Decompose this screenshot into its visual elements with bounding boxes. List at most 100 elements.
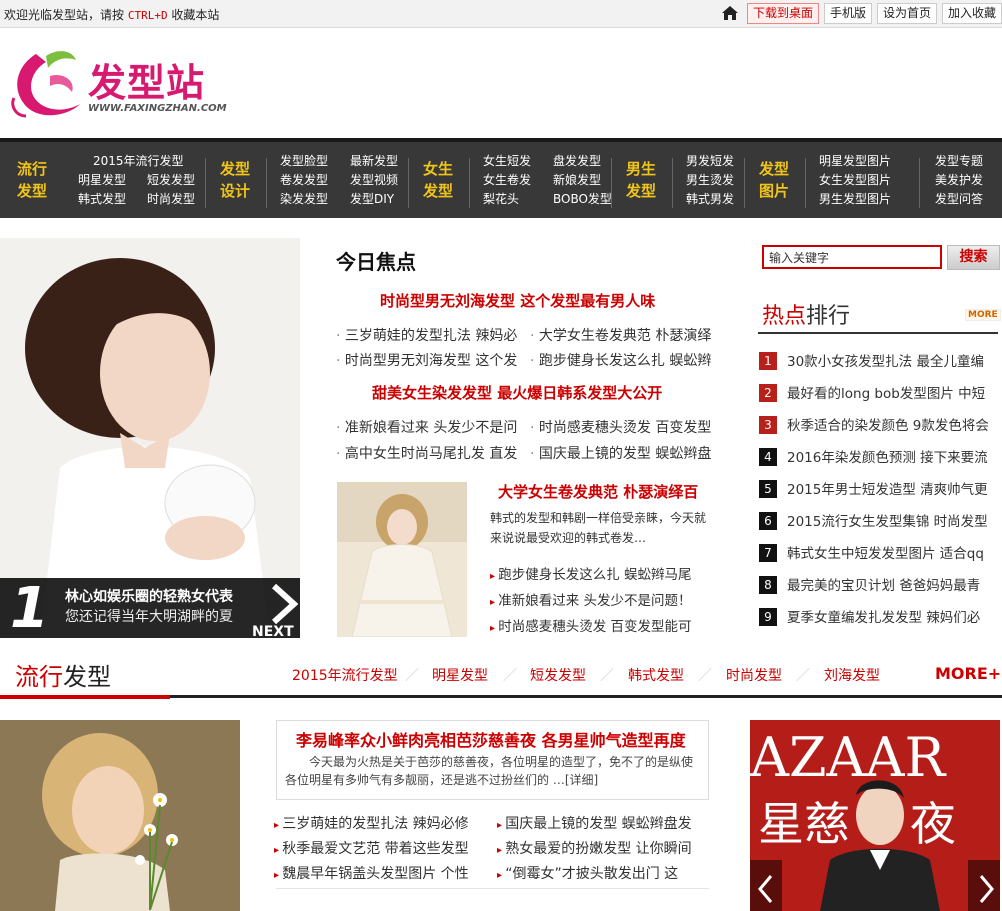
nav-separator: [611, 158, 612, 208]
chevron-left-icon[interactable]: [756, 873, 776, 905]
focus-link[interactable]: 高中女生时尚马尾扎发 直发: [336, 443, 530, 463]
nav-heading-pictures[interactable]: 发型 图片: [754, 158, 794, 202]
ranking-item[interactable]: 2015流行女生发型集锦 时尚发型: [787, 510, 999, 530]
section-link[interactable]: 国庆最上镜的发型 蜈蚣辫盘发: [497, 813, 697, 833]
focus-link[interactable]: 准新娘看过来 头发少不是问: [336, 417, 530, 437]
nav-item[interactable]: 短发发型: [147, 171, 195, 190]
nav-item[interactable]: 发型专题: [935, 152, 983, 171]
section-link[interactable]: “倒霉女”才披头散发出门 这: [497, 863, 697, 883]
nav-separator: [919, 158, 920, 208]
hero-next-label[interactable]: NEXT: [252, 624, 294, 640]
mobile-version-button[interactable]: 手机版: [824, 3, 873, 24]
focus-link[interactable]: 时尚型男无刘海发型 这个发: [336, 350, 530, 370]
ranking-item[interactable]: 2015年男士短发造型 清爽帅气更: [787, 478, 999, 498]
section-image-star[interactable]: AZAAR 星慈 夜: [750, 720, 1000, 911]
nav-item[interactable]: 女生卷发: [483, 171, 531, 190]
section-link[interactable]: 秋季最爱文艺范 带着这些发型: [274, 838, 474, 858]
nav-item[interactable]: 女生短发: [483, 152, 531, 171]
ranking-item[interactable]: 最好看的long bob发型图片 中短: [787, 382, 999, 402]
nav-heading-women[interactable]: 女生 发型: [418, 158, 458, 202]
section-title: 流行发型: [15, 663, 111, 691]
section-nav-link[interactable]: 明星发型: [432, 665, 488, 685]
ranking-item[interactable]: 30款小女孩发型扎法 最全儿童编: [787, 350, 999, 370]
focus-link[interactable]: 大学女生卷发典范 朴瑟演绎: [530, 325, 716, 345]
chevron-right-icon[interactable]: [976, 873, 996, 905]
focus-sub-title[interactable]: 大学女生卷发典范 朴瑟演绎百: [498, 481, 698, 502]
hero-subtitle[interactable]: 您还记得当年大明湖畔的夏: [65, 606, 233, 626]
ranking-divider: [758, 332, 998, 334]
ranking-more-link[interactable]: MORE: [965, 309, 1001, 321]
nav-item[interactable]: 美发护发: [935, 171, 983, 190]
section-image-girl[interactable]: [0, 720, 240, 911]
news-title[interactable]: 李易峰率众小鲜肉亮相芭莎慈善夜 各男星帅气造型再度: [296, 727, 686, 751]
hero-number: 1: [10, 576, 49, 641]
nav-heading-design[interactable]: 发型 设计: [215, 158, 255, 202]
add-favorite-button[interactable]: 加入收藏: [942, 3, 1002, 24]
focus-link[interactable]: 时尚感麦穗头烫发 百变发型: [530, 417, 716, 437]
nav-item[interactable]: 韩式发型: [78, 190, 126, 209]
ranking-item[interactable]: 夏季女童编发扎发发型 辣妈们必: [787, 606, 999, 626]
ranking-number: 8: [759, 576, 777, 594]
ranking-item[interactable]: 韩式女生中短发发型图片 适合qq: [787, 542, 999, 562]
nav-heading-men[interactable]: 男生 发型: [621, 158, 661, 202]
ranking-item[interactable]: 最完美的宝贝计划 爸爸妈妈最青: [787, 574, 999, 594]
ranking-number: 6: [759, 512, 777, 530]
section-nav-link[interactable]: 刘海发型: [824, 665, 880, 685]
download-desktop-button[interactable]: 下载到桌面: [747, 3, 820, 24]
nav-item[interactable]: 2015年流行发型: [93, 152, 184, 171]
ranking-item[interactable]: 秋季适合的染发颜色 9款发色将会: [787, 414, 999, 434]
next-arrow-icon[interactable]: [270, 584, 298, 624]
nav-item[interactable]: 梨花头: [483, 190, 519, 209]
section-nav-separator: ／: [796, 668, 810, 684]
nav-item[interactable]: 女生发型图片: [819, 171, 891, 190]
search-button[interactable]: 搜索: [947, 245, 1000, 270]
focus-sub-link[interactable]: 跑步健身长发这么扎 蜈蚣辫马尾: [490, 563, 715, 583]
focus-image[interactable]: [337, 482, 467, 637]
focus-sub-link[interactable]: 准新娘看过来 头发少不是问题！: [490, 589, 715, 609]
section-nav-link[interactable]: 时尚发型: [726, 665, 782, 685]
section-link[interactable]: 熟女最爱的扮嫩发型 让你瞬间: [497, 838, 697, 858]
section-nav-link[interactable]: 韩式发型: [628, 665, 684, 685]
nav-item[interactable]: 发型问答: [935, 190, 983, 209]
set-homepage-button[interactable]: 设为首页: [877, 3, 938, 24]
section-more-link[interactable]: MORE+: [935, 664, 1001, 683]
section-link[interactable]: 魏晨早年锅盖头发型图片 个性: [274, 863, 474, 883]
nav-item[interactable]: 盘发发型: [553, 152, 601, 171]
nav-item[interactable]: 韩式男发: [686, 190, 734, 209]
nav-item[interactable]: 明星发型: [78, 171, 126, 190]
nav-separator: [205, 158, 206, 208]
nav-item[interactable]: 最新发型: [350, 152, 398, 171]
nav-item[interactable]: 时尚发型: [147, 190, 195, 209]
news-detail-link[interactable]: [详细]: [565, 773, 598, 787]
nav-item[interactable]: 男发短发: [686, 152, 734, 171]
nav-item[interactable]: 男生烫发: [686, 171, 734, 190]
ranking-item[interactable]: 2016年染发颜色预测 接下来要流: [787, 446, 999, 466]
nav-item[interactable]: 发型DIY: [350, 190, 394, 209]
hero-title[interactable]: 林心如娱乐圈的轻熟女代表: [65, 586, 233, 606]
nav-item[interactable]: 男生发型图片: [819, 190, 891, 209]
search-input[interactable]: [762, 245, 942, 269]
focus-row: 时尚型男无刘海发型 这个发跑步健身长发这么扎 蜈蚣辫: [336, 350, 716, 374]
nav-separator: [672, 158, 673, 208]
nav-item[interactable]: 卷发发型: [280, 171, 328, 190]
nav-item[interactable]: 发型视频: [350, 171, 398, 190]
nav-item[interactable]: 发型脸型: [280, 152, 328, 171]
focus-sub-link[interactable]: 时尚感麦穗头烫发 百变发型能可: [490, 615, 715, 635]
section-nav-link[interactable]: 2015年流行发型: [292, 665, 398, 685]
focus-link[interactable]: 国庆最上镜的发型 蜈蚣辫盘: [530, 443, 716, 463]
logo-text[interactable]: 发型站: [88, 52, 205, 107]
focus-headline-2[interactable]: 甜美女生染发发型 最火爆日韩系发型大公开: [372, 382, 662, 403]
section-link[interactable]: 三岁萌娃的发型扎法 辣妈必修: [274, 813, 474, 833]
section-nav-link[interactable]: 短发发型: [530, 665, 586, 685]
nav-item[interactable]: BOBO发型: [553, 190, 612, 209]
focus-headline-1[interactable]: 时尚型男无刘海发型 这个发型最有男人味: [380, 290, 655, 311]
focus-link[interactable]: 跑步健身长发这么扎 蜈蚣辫: [530, 350, 716, 370]
news-desc: 今天最为火热是关于芭莎的慈善夜，各位明星的造型了，免不了的是纵使各位明星有多帅气…: [285, 755, 694, 787]
focus-link[interactable]: 三岁萌娃的发型扎法 辣妈必: [336, 325, 530, 345]
nav-heading-popular[interactable]: 流行 发型: [12, 158, 52, 202]
ranking-number: 1: [759, 352, 777, 370]
nav-item[interactable]: 染发发型: [280, 190, 328, 209]
nav-item[interactable]: 新娘发型: [553, 171, 601, 190]
nav-item[interactable]: 明星发型图片: [819, 152, 891, 171]
home-icon[interactable]: [721, 5, 739, 21]
